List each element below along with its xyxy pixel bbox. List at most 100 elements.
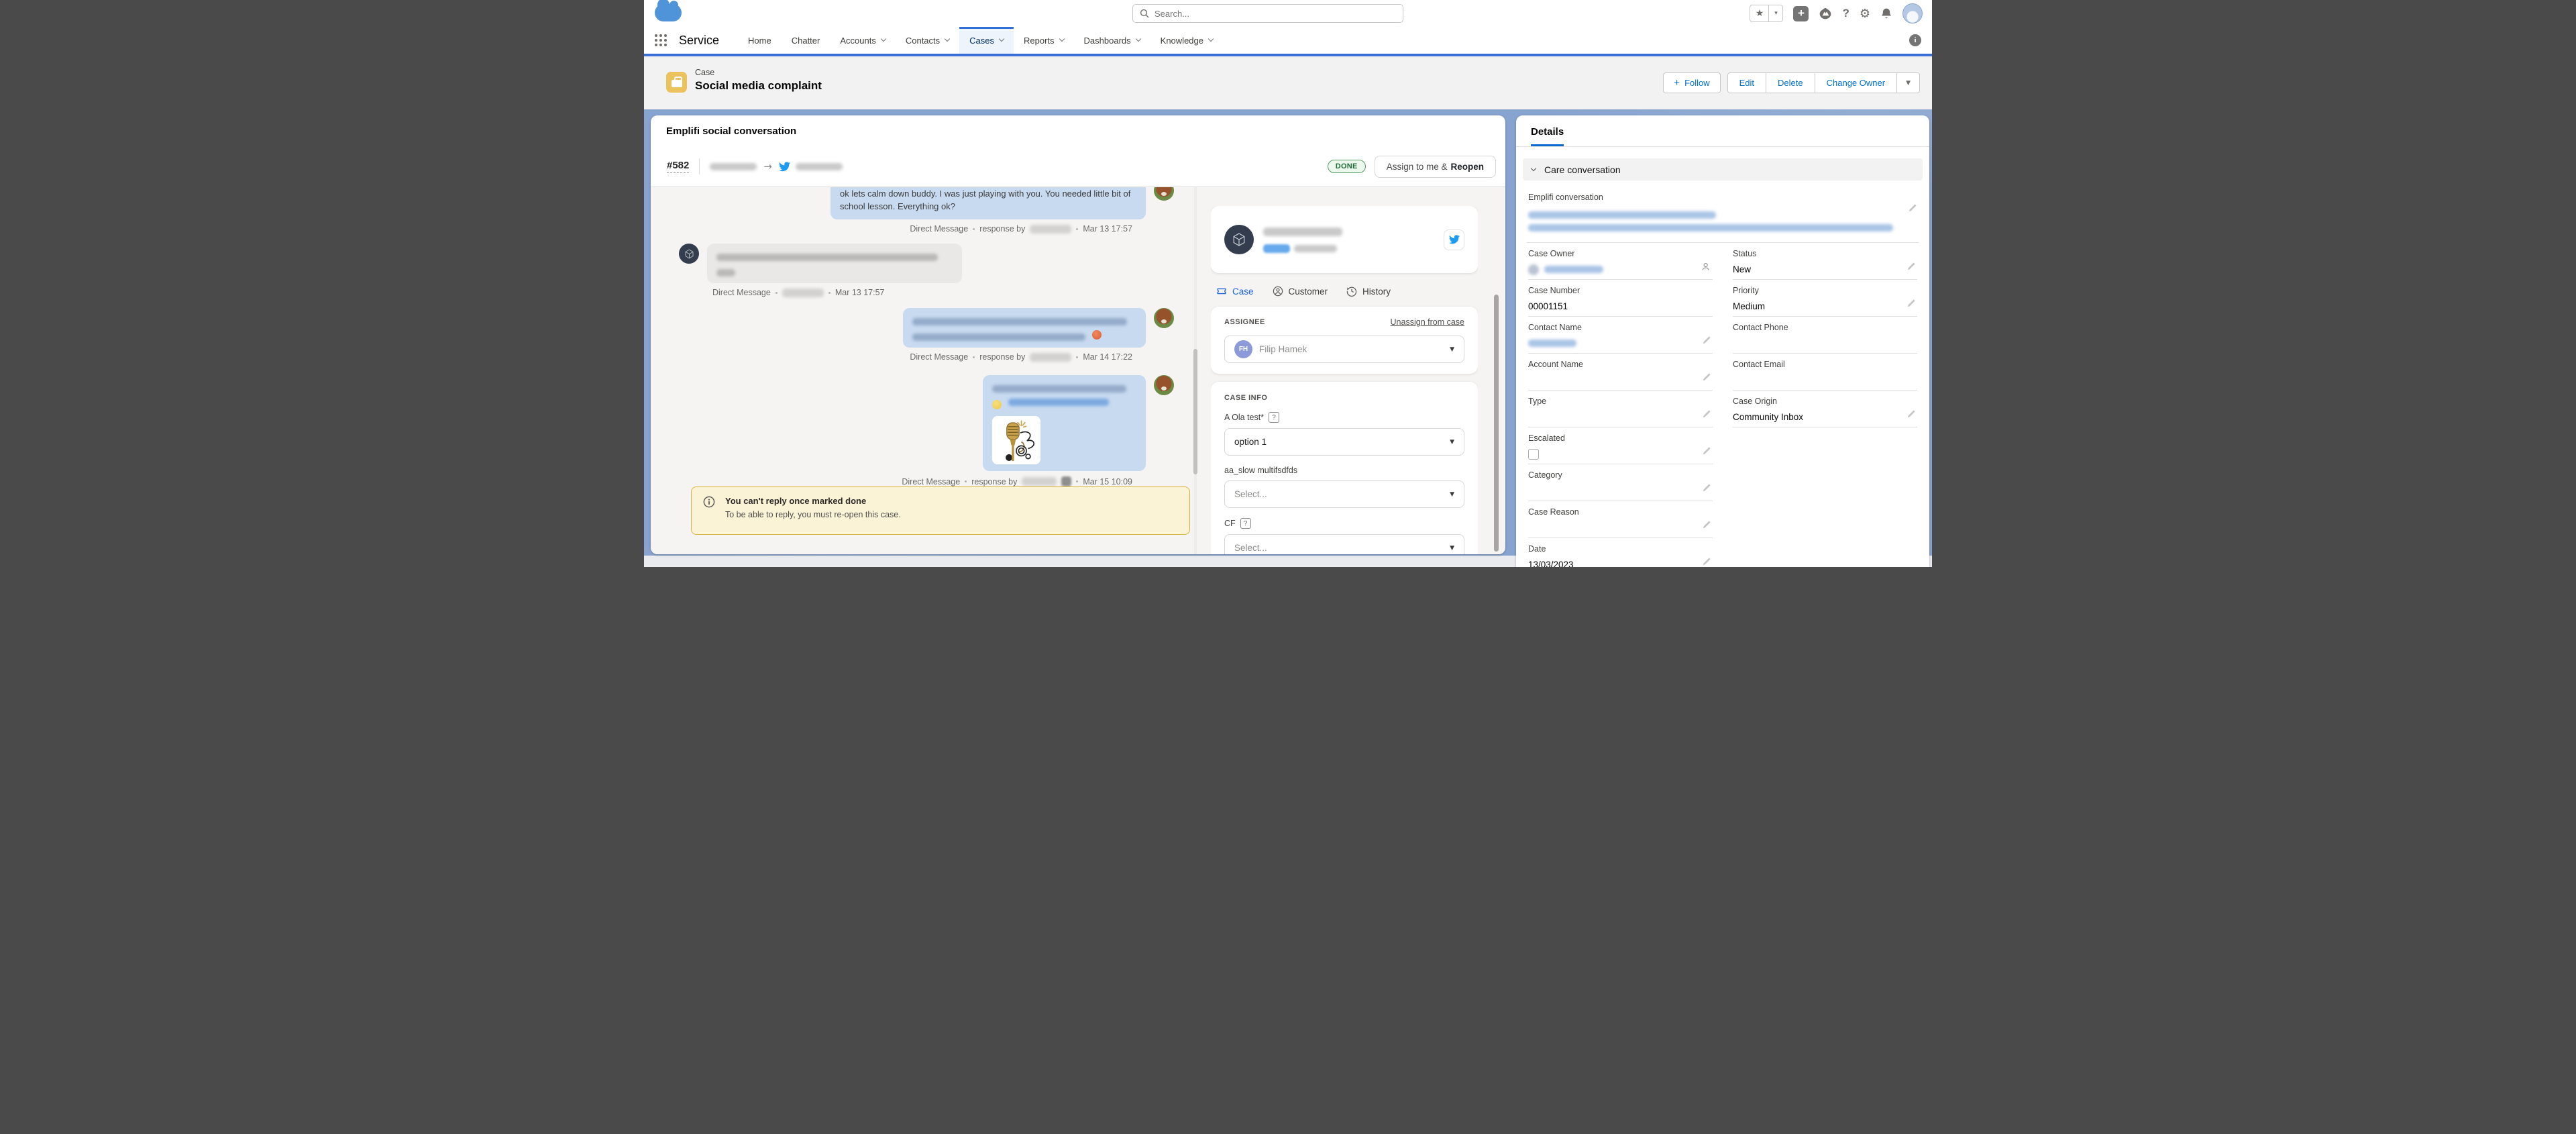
field-category: Category <box>1528 464 1713 501</box>
field-case-owner: Case Owner <box>1528 243 1713 280</box>
edit-pencil-icon[interactable] <box>1702 336 1711 348</box>
chat-scrollbar-thumb[interactable] <box>1193 349 1197 474</box>
field-contact-name: Contact Name <box>1528 317 1713 354</box>
aa-slow-select[interactable]: Select... ▼ <box>1224 480 1464 508</box>
search-input[interactable] <box>1155 9 1396 19</box>
search-icon <box>1140 9 1149 18</box>
app-navigation: Service Home Chatter Accounts Contacts C… <box>644 27 1932 54</box>
conversation-header: #582 → DONE Assign to me & Reopen <box>651 147 1505 187</box>
message-meta: Direct Message response by Mar 15 10:09 <box>675 476 1174 486</box>
conversation-number[interactable]: #582 <box>667 160 689 173</box>
message-meta: Direct Message response by Mar 14 17:22 <box>675 352 1174 362</box>
message-text: ok lets calm down buddy. I was just play… <box>830 187 1146 219</box>
care-conversation-section-header[interactable]: Care conversation <box>1523 158 1923 181</box>
user-avatar[interactable] <box>1902 3 1923 23</box>
panel-scrollbar[interactable] <box>1493 295 1499 552</box>
twitter-channel-button[interactable] <box>1444 229 1464 250</box>
reply-disabled-notice: You can't reply once marked done To be a… <box>691 486 1190 535</box>
edit-pencil-icon[interactable] <box>1907 409 1916 422</box>
redacted-link-line[interactable] <box>1528 224 1893 231</box>
record-type-label: Case <box>695 68 822 77</box>
tab-customer[interactable]: Customer <box>1273 286 1328 297</box>
history-clock-icon <box>1346 286 1357 297</box>
unassign-from-case-link[interactable]: Unassign from case <box>1391 317 1464 327</box>
nav-tab-dashboards[interactable]: Dashboards <box>1074 27 1150 54</box>
case-ticket-icon <box>1216 286 1227 297</box>
app-launcher-icon[interactable] <box>655 34 667 46</box>
redacted-link-line[interactable] <box>1528 211 1716 219</box>
message-timestamp: Mar 13 17:57 <box>1083 224 1132 234</box>
field-label: CF ? <box>1224 518 1464 529</box>
tab-case[interactable]: Case <box>1216 286 1254 297</box>
edit-pencil-icon[interactable] <box>1702 372 1711 385</box>
a-ola-test-select[interactable]: option 1 ▼ <box>1224 428 1464 456</box>
edit-pencil-icon[interactable] <box>1702 483 1711 496</box>
favorites-caret-icon[interactable]: ▾ <box>1769 5 1782 21</box>
notifications-bell-icon[interactable] <box>1880 7 1892 20</box>
redacted-profile-name <box>1263 227 1342 236</box>
caret-down-icon: ▼ <box>1450 346 1454 353</box>
nav-tab-chatter[interactable]: Chatter <box>782 27 830 54</box>
redacted-contact-name[interactable] <box>1528 340 1576 347</box>
caret-down-icon: ▼ <box>1450 491 1454 498</box>
change-owner-icon[interactable] <box>1701 262 1711 275</box>
cf-select[interactable]: Select... ▼ <box>1224 534 1464 554</box>
brand-divider <box>644 54 1932 56</box>
brand-avatar <box>679 244 699 264</box>
nav-tab-reports[interactable]: Reports <box>1014 27 1074 54</box>
assignee-select[interactable]: FH Filip Hamek ▼ <box>1224 336 1464 363</box>
edit-pencil-icon[interactable] <box>1907 262 1916 274</box>
emplifi-conversation-widget: Emplifi social conversation #582 → DONE … <box>651 115 1505 554</box>
edit-pencil-icon[interactable] <box>1907 299 1916 311</box>
assign-reopen-button[interactable]: Assign to me & Reopen <box>1375 156 1496 178</box>
redacted-author <box>1030 353 1071 362</box>
status-badge: DONE <box>1328 160 1366 173</box>
nav-tab-home[interactable]: Home <box>738 27 782 54</box>
nav-tab-cases[interactable]: Cases <box>959 27 1014 54</box>
tab-details[interactable]: Details <box>1531 126 1564 146</box>
nav-tab-contacts[interactable]: Contacts <box>896 27 959 54</box>
favorites-star-icon[interactable]: ★ <box>1750 5 1769 21</box>
nav-tab-knowledge[interactable]: Knowledge <box>1150 27 1223 54</box>
microphone-artwork-image[interactable] <box>992 416 1040 464</box>
redacted-profile-handle <box>1294 245 1337 252</box>
yellow-emoji <box>992 400 1002 409</box>
case-info-card: CASE INFO A Ola test* ? option 1 ▼ aa_sl… <box>1211 382 1478 554</box>
help-icon[interactable]: ? <box>1269 412 1279 423</box>
redacted-verified-badge <box>1263 244 1290 253</box>
salesforce-service-console: ★ ▾ + ? ⚙ Service Home Chatter Accoun <box>644 0 1932 567</box>
edit-pencil-icon[interactable] <box>1908 203 1917 216</box>
edit-pencil-icon[interactable] <box>1702 557 1711 567</box>
nav-tab-accounts[interactable]: Accounts <box>830 27 895 54</box>
quick-add-icon[interactable]: + <box>1793 6 1809 21</box>
more-actions-caret-icon[interactable]: ▼ <box>1897 73 1919 93</box>
edit-button[interactable]: Edit <box>1728 73 1766 93</box>
tab-history[interactable]: History <box>1346 286 1391 297</box>
trailhead-icon[interactable] <box>1819 7 1832 20</box>
setup-gear-icon[interactable]: ⚙ <box>1860 7 1870 21</box>
customer-avatar <box>1154 308 1174 328</box>
escalated-checkbox[interactable] <box>1528 449 1539 460</box>
help-icon[interactable]: ? <box>1240 518 1251 529</box>
edit-pencil-icon[interactable] <box>1702 446 1711 459</box>
record-canvas: Emplifi social conversation #582 → DONE … <box>644 109 1932 567</box>
chat-message-outbound: ok lets calm down buddy. I was just play… <box>675 187 1174 219</box>
follow-button[interactable]: + Follow <box>1663 72 1720 93</box>
edit-pencil-icon[interactable] <box>1702 409 1711 422</box>
chat-scrollbar[interactable] <box>1191 187 1199 554</box>
details-field-grid: Case Owner Status New <box>1527 243 1919 567</box>
redacted-owner-name[interactable] <box>1544 266 1603 273</box>
chat-thread[interactable]: ok lets calm down buddy. I was just play… <box>651 187 1191 486</box>
field-date: Date 13/03/2023 <box>1528 538 1713 567</box>
help-icon[interactable]: ? <box>1842 7 1849 20</box>
details-panel: Details Care conversation Emplifi conver… <box>1516 115 1929 567</box>
info-icon[interactable]: i <box>1909 34 1921 46</box>
panel-tabs: Case Customer <box>1216 286 1472 297</box>
global-search[interactable] <box>1132 4 1403 23</box>
edit-pencil-icon[interactable] <box>1702 520 1711 533</box>
change-owner-button[interactable]: Change Owner <box>1815 73 1897 93</box>
cube-logo-icon <box>684 248 695 260</box>
redacted-link <box>1008 399 1109 406</box>
delete-button[interactable]: Delete <box>1766 73 1815 93</box>
panel-scrollbar-thumb[interactable] <box>1494 295 1499 552</box>
